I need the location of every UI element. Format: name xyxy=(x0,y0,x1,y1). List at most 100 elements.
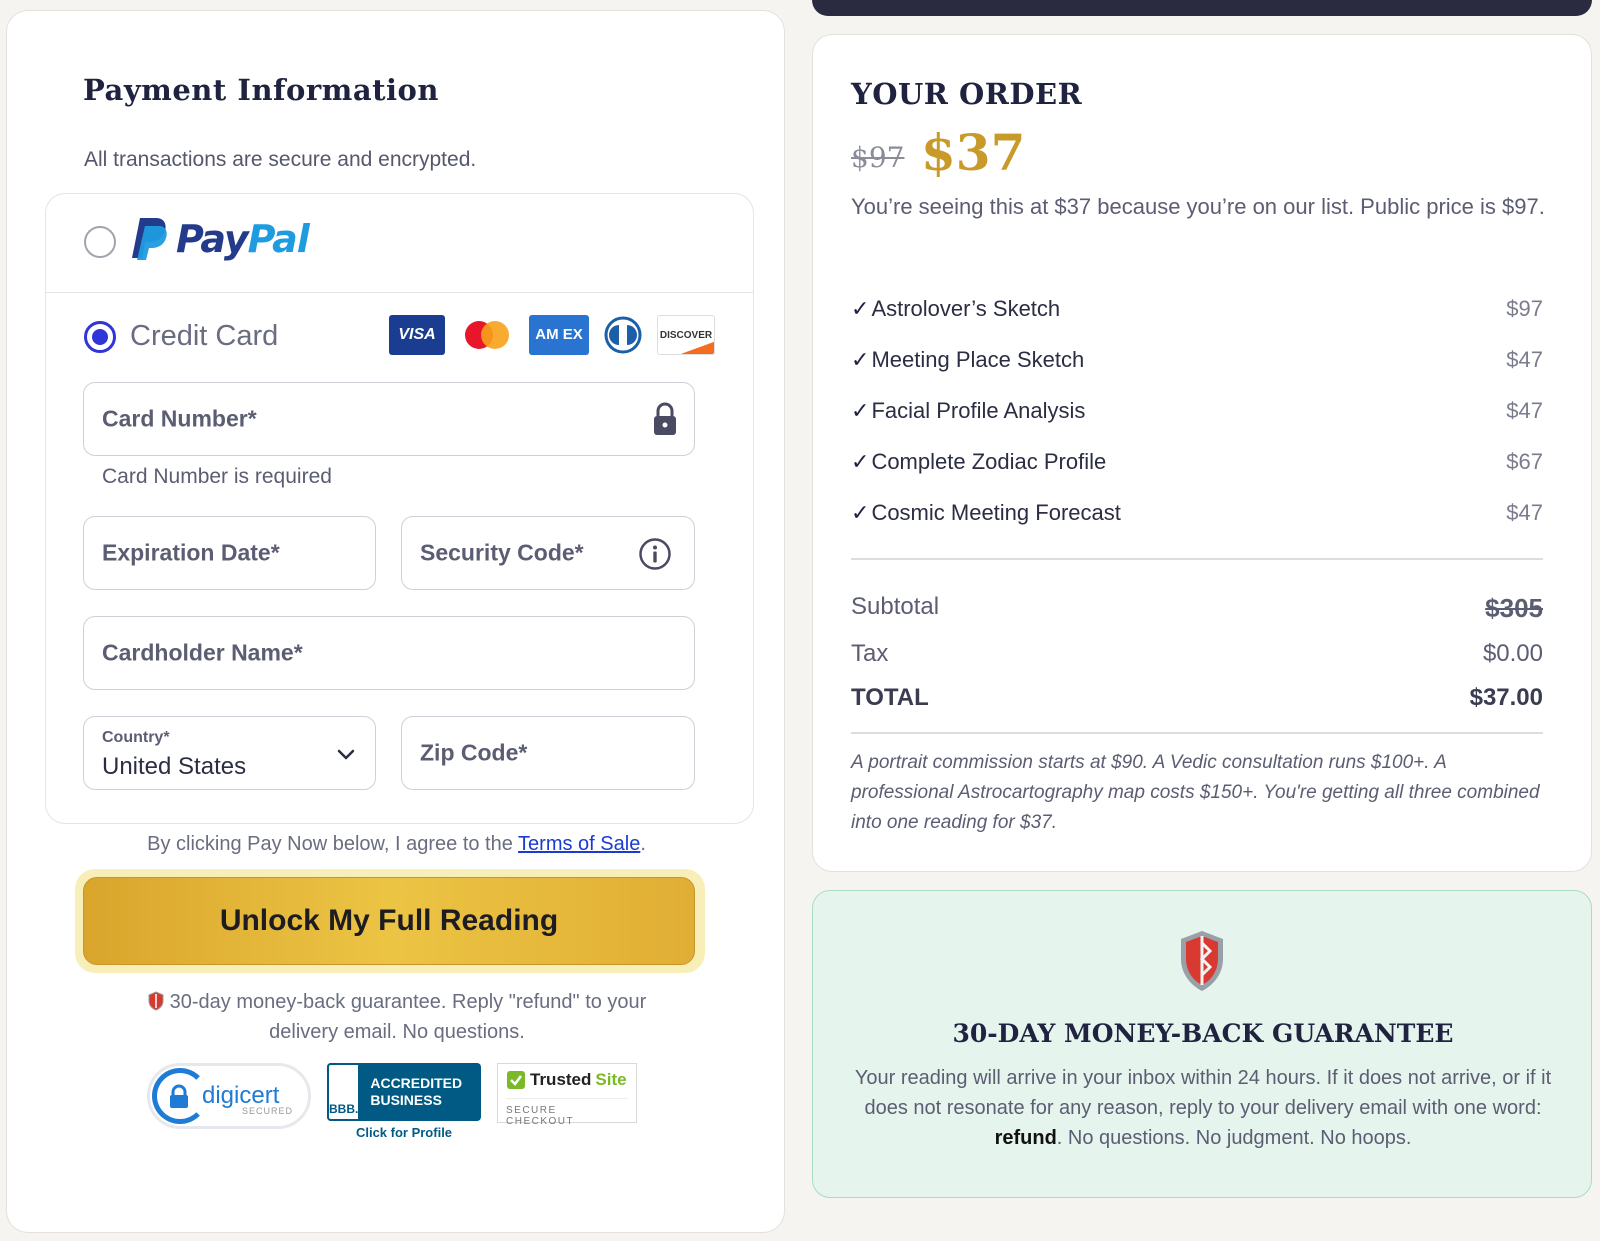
visa-logo: VISA xyxy=(389,315,445,355)
country-value: United States xyxy=(102,753,247,780)
digicert-badge[interactable]: digicert SECURED xyxy=(147,1063,311,1129)
total-value: $37.00 xyxy=(1469,684,1543,711)
payment-subtitle: All transactions are secure and encrypte… xyxy=(84,148,477,171)
guarantee-note-text: 30-day money-back guarantee. Reply "refu… xyxy=(169,991,647,1043)
diners-logo xyxy=(603,315,643,355)
item-name: Cosmic Meeting Forecast xyxy=(871,499,1121,525)
tax-row: Tax $0.00 xyxy=(851,640,1543,668)
lock-icon xyxy=(654,402,676,435)
order-item: ✓Complete Zodiac Profile $67 xyxy=(851,436,1543,487)
item-name: Facial Profile Analysis xyxy=(871,397,1086,423)
info-icon[interactable] xyxy=(638,537,672,571)
subtotal-label: Subtotal xyxy=(851,593,940,620)
subtotal-value: $305 xyxy=(1485,593,1543,623)
credit-card-radio[interactable] xyxy=(84,321,116,353)
paypal-p-icon xyxy=(132,218,167,260)
check-icon: ✓ xyxy=(851,499,870,525)
trusted-sub: SECURE CHECKOUT xyxy=(506,1098,628,1127)
cardholder-placeholder: Cardholder Name* xyxy=(102,639,303,666)
card-number-error: Card Number is required xyxy=(102,465,332,488)
bbb-logo: BBB. xyxy=(327,1063,361,1121)
credit-card-label[interactable]: Credit Card xyxy=(130,320,278,353)
item-name: Astrolover’s Sketch xyxy=(871,295,1061,321)
guarantee-card: 30-DAY MONEY-BACK GUARANTEE Your reading… xyxy=(812,890,1592,1198)
guarantee-body-suffix: . No questions. No judgment. No hoops. xyxy=(1056,1127,1412,1149)
trusted-part1: Trusted xyxy=(530,1070,592,1089)
order-item: ✓Astrolover’s Sketch $97 xyxy=(851,283,1543,334)
item-name: Complete Zodiac Profile xyxy=(871,448,1107,474)
credit-card-option: Credit Card VISA AM EX DISCOVER Card Num… xyxy=(45,292,754,824)
price-note: You’re seeing this at $37 because you’re… xyxy=(851,194,1545,219)
sale-price: $37 xyxy=(921,123,1026,182)
tax-value: $0.00 xyxy=(1482,640,1543,667)
checkmark-icon xyxy=(507,1071,525,1089)
zip-code-field[interactable]: Zip Code* xyxy=(401,716,695,790)
paypal-brand-part2: Pal xyxy=(247,217,310,261)
check-icon: ✓ xyxy=(851,397,870,423)
amex-logo: AM EX xyxy=(529,315,589,355)
order-title: YOUR ORDER xyxy=(851,77,1083,111)
order-item: ✓Facial Profile Analysis $47 xyxy=(851,385,1543,436)
divider xyxy=(851,558,1543,560)
total-label: TOTAL xyxy=(851,684,929,711)
unlock-reading-button[interactable]: Unlock My Full Reading xyxy=(83,877,695,965)
tax-label: Tax xyxy=(851,640,889,667)
trusted-part2: Site xyxy=(595,1070,627,1089)
check-icon: ✓ xyxy=(851,346,870,372)
item-price: $67 xyxy=(1506,448,1543,474)
subtotal-row: Subtotal $305 xyxy=(851,593,1543,624)
item-name: Meeting Place Sketch xyxy=(871,346,1085,372)
bbb-click-link[interactable]: Click for Profile xyxy=(327,1125,481,1140)
cardholder-name-field[interactable]: Cardholder Name* xyxy=(83,616,695,690)
discover-logo: DISCOVER xyxy=(657,315,715,355)
value-comparison-note: A portrait commission starts at $90. A V… xyxy=(851,752,1540,833)
item-price: $47 xyxy=(1506,346,1543,372)
check-icon: ✓ xyxy=(851,295,870,321)
padlock-icon xyxy=(170,1084,188,1108)
payment-card: Payment Information All transactions are… xyxy=(6,10,785,1233)
guarantee-title: 30-DAY MONEY-BACK GUARANTEE xyxy=(952,1019,1454,1048)
item-price: $97 xyxy=(1506,295,1543,321)
original-price: $97 xyxy=(851,141,905,174)
hero-image-strip xyxy=(812,0,1592,16)
guarantee-note: 30-day money-back guarantee. Reply "refu… xyxy=(127,987,667,1047)
order-items: ✓Astrolover’s Sketch $97 ✓Meeting Place … xyxy=(851,283,1543,538)
terms-suffix: . xyxy=(640,833,646,855)
zip-placeholder: Zip Code* xyxy=(420,739,528,766)
order-summary-card: YOUR ORDER $97 $37 You’re seeing this at… xyxy=(812,34,1592,872)
guarantee-body-prefix: Your reading will arrive in your inbox w… xyxy=(854,1067,1552,1119)
paypal-logo: PayPal xyxy=(130,216,310,262)
payment-title: Payment Information xyxy=(83,73,439,107)
paypal-brand-part1: Pay xyxy=(176,217,249,261)
mastercard-logo xyxy=(459,315,515,355)
terms-notice: By clicking Pay Now below, I agree to th… xyxy=(7,833,786,856)
paypal-option[interactable]: PayPal xyxy=(45,193,754,293)
expiration-date-field[interactable]: Expiration Date* xyxy=(83,516,376,590)
item-price: $47 xyxy=(1506,499,1543,525)
shield-icon xyxy=(1181,931,1223,991)
guarantee-refund-word: refund xyxy=(994,1127,1057,1149)
paypal-radio[interactable] xyxy=(84,226,116,258)
divider xyxy=(851,732,1543,734)
expiration-placeholder: Expiration Date* xyxy=(102,539,280,566)
bbb-text: ACCREDITED BUSINESS xyxy=(370,1075,463,1108)
total-row: TOTAL $37.00 xyxy=(851,684,1543,712)
terms-prefix: By clicking Pay Now below, I agree to th… xyxy=(147,833,519,855)
bbb-badge[interactable]: BBB. ACCREDITED BUSINESS Click for Profi… xyxy=(327,1063,481,1140)
order-item: ✓Cosmic Meeting Forecast $47 xyxy=(851,487,1543,538)
country-label: Country* xyxy=(102,729,170,746)
shield-icon xyxy=(148,991,164,1011)
terms-of-sale-link[interactable]: Terms of Sale xyxy=(518,833,640,855)
security-code-placeholder: Security Code* xyxy=(420,539,584,566)
guarantee-body: Your reading will arrive in your inbox w… xyxy=(853,1063,1553,1153)
card-logos: VISA AM EX DISCOVER xyxy=(389,315,715,355)
card-number-placeholder: Card Number* xyxy=(102,405,257,432)
trustedsite-badge[interactable]: Trusted Site SECURE CHECKOUT xyxy=(497,1063,637,1127)
item-price: $47 xyxy=(1506,397,1543,423)
cta-halo: Unlock My Full Reading xyxy=(75,869,705,973)
card-number-field[interactable]: Card Number* xyxy=(83,382,695,456)
country-select[interactable]: Country* United States xyxy=(83,716,376,790)
chevron-down-icon xyxy=(337,749,355,760)
security-code-field[interactable]: Security Code* xyxy=(401,516,695,590)
digicert-sub: SECURED xyxy=(242,1106,294,1116)
